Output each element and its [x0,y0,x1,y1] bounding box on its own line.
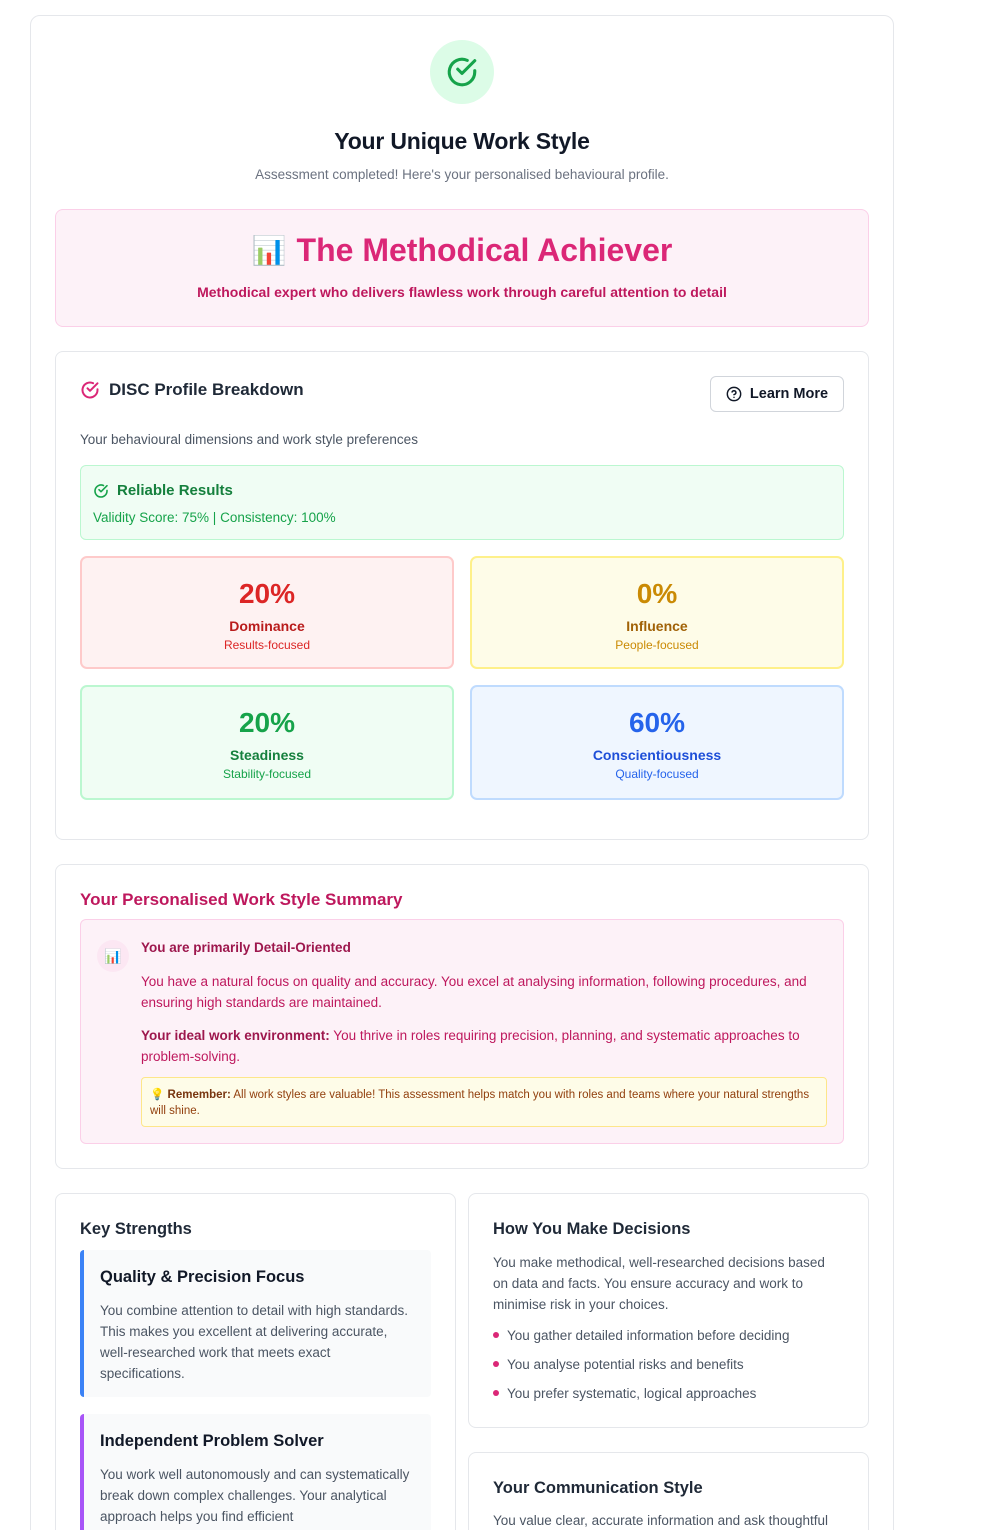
remember-note: 💡 Remember: All work styles are valuable… [141,1077,827,1127]
conscientiousness-percent: 60% [628,707,686,738]
archetype-description: Methodical expert who delivers flawless … [197,284,727,300]
learn-more-button[interactable]: Learn More [710,376,844,412]
archetype-name: The Methodical Achiever [296,232,673,268]
work-style-summary-section: Your Personalised Work Style Summary 📊 Y… [55,864,869,1169]
bar-chart-icon: 📊 [251,235,287,266]
page-title: Your Unique Work Style [334,128,590,154]
reliability-score: Validity Score: 75% | Consistency: 100% [93,510,336,525]
dominance-percent: 20% [238,578,296,609]
dominance-label: Dominance [229,618,305,634]
strength-title: Independent Problem Solver [100,1432,324,1450]
bar-chart-icon: 📊 [97,940,129,972]
conscientiousness-tile: 60% Conscientiousness Quality-focused [470,685,844,800]
conscientiousness-label: Conscientiousness [592,747,722,763]
disc-profile-section: DISC Profile Breakdown Learn More Your b… [55,351,869,840]
influence-percent: 0% [636,578,678,609]
reliability-title: Reliable Results [117,482,233,499]
reliability-header: Reliable Results [93,482,233,499]
summary-icon-glyph: 📊 [104,947,122,964]
strength-card: Quality & Precision Focus You combine at… [80,1250,431,1397]
page-subtitle: Assessment completed! Here's your person… [255,167,669,182]
decisions-text: You make methodical, well-researched dec… [493,1255,825,1312]
disc-header: DISC Profile Breakdown [80,380,304,400]
decisions-list: You gather detailed information before d… [493,1327,789,1414]
communication-title: Your Communication Style [493,1479,703,1497]
reliability-notice: Reliable Results Validity Score: 75% | C… [80,465,844,540]
steadiness-focus: Stability-focused [222,767,312,781]
communication-section: Your Communication Style You value clear… [468,1452,869,1530]
steadiness-percent: 20% [238,707,296,738]
key-strengths-section: Key Strengths Quality & Precision Focus … [55,1193,456,1530]
steadiness-tile: 20% Steadiness Stability-focused [80,685,454,800]
steadiness-label: Steadiness [230,747,304,763]
influence-tile: 0% Influence People-focused [470,556,844,669]
archetype-banner: 📊 The Methodical Achiever Methodical exp… [55,209,869,327]
check-circle-icon [94,483,108,498]
strength-text: You work well autonomously and can syste… [100,1467,410,1524]
conscientiousness-focus: Quality-focused [615,767,699,781]
help-circle-icon [726,386,742,402]
ideal-environment: Your ideal work environment: You thrive … [141,1025,831,1067]
summary-box: 📊 You are primarily Detail-Oriented You … [80,919,844,1144]
remember-text: All work styles are valuable! This asses… [150,1089,810,1117]
strength-card: Independent Problem Solver You work well… [80,1414,431,1530]
dominance-focus: Results-focused [223,638,311,652]
decisions-section: How You Make Decisions You make methodic… [468,1193,869,1428]
summary-heading: You are primarily Detail-Oriented [141,940,351,955]
ideal-environment-label: Your ideal work environment: [141,1028,330,1043]
strength-title: Quality & Precision Focus [100,1268,305,1286]
list-item: You analyse potential risks and benefits [493,1356,789,1385]
disc-description: Your behavioural dimensions and work sty… [80,432,418,447]
summary-title: Your Personalised Work Style Summary [80,890,403,909]
check-circle-icon [81,381,99,399]
strength-text: You combine attention to detail with hig… [100,1303,408,1381]
dominance-tile: 20% Dominance Results-focused [80,556,454,669]
influence-focus: People-focused [615,638,699,652]
influence-label: Influence [626,618,688,634]
remember-label: Remember: [167,1089,231,1101]
success-badge [430,40,494,104]
lightbulb-icon: 💡 [150,1089,165,1101]
list-item: You prefer systematic, logical approache… [493,1385,789,1414]
summary-paragraph: You have a natural focus on quality and … [141,974,807,1010]
communication-text: You value clear, accurate information an… [493,1513,828,1528]
learn-more-label: Learn More [749,386,829,402]
archetype-title: 📊 The Methodical Achiever [56,232,868,269]
disc-title: DISC Profile Breakdown [109,380,304,399]
check-circle-icon [447,57,477,87]
strengths-title: Key Strengths [80,1220,192,1238]
decisions-title: How You Make Decisions [493,1220,691,1238]
list-item: You gather detailed information before d… [493,1327,789,1356]
